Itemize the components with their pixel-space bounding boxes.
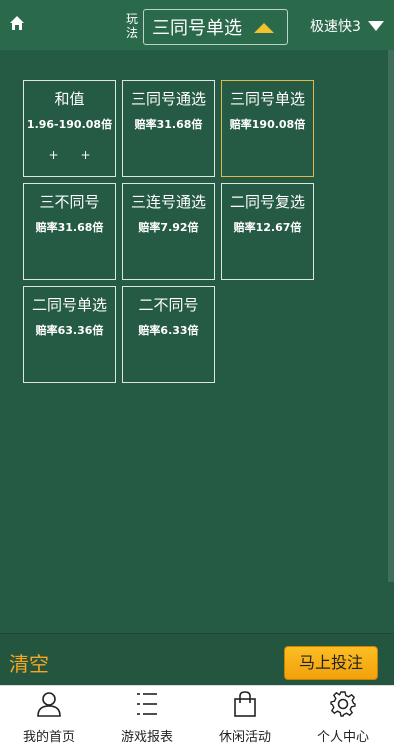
bet-odds: 赔率12.67倍 [233,221,302,234]
top-bar: 玩法 三同号单选 极速快3 [0,0,394,50]
bet-name: 二同号单选 [31,296,107,314]
bet-card-pair-single[interactable]: 二同号单选 赔率63.36倍 [23,286,116,383]
tab-label: 我的首页 [22,730,75,745]
plus-icon[interactable]: + [81,148,91,162]
bet-card-triple-all[interactable]: 三同号通选 赔率31.68倍 [122,80,215,177]
game-select[interactable]: 极速快3 [310,16,385,36]
list-icon [137,693,157,715]
bet-name: 二不同号 [138,296,199,314]
scrollbar[interactable] [388,50,394,582]
bet-odds: 赔率31.68倍 [35,221,104,234]
bet-name: 三连号通选 [130,193,206,211]
bet-card-triple-single[interactable]: 三同号单选 赔率190.08倍 [221,80,314,177]
bet-card-straight-all[interactable]: 三连号通选 赔率7.92倍 [122,183,215,280]
person-icon [37,692,61,717]
tab-label: 个人中心 [316,730,369,745]
tab-profile[interactable]: 个人中心 [294,686,392,748]
tab-activities[interactable]: 休闲活动 [196,686,294,748]
bet-now-button[interactable]: 马上投注 [284,646,378,680]
play-label: 玩法 [125,12,138,40]
action-bar: 清空 马上投注 [0,633,394,685]
bet-name: 三不同号 [39,193,100,211]
tab-label: 休闲活动 [218,730,271,745]
bet-name: 三同号通选 [130,90,206,108]
tab-label: 游戏报表 [120,730,173,745]
bet-card-two-different[interactable]: 二不同号 赔率6.33倍 [122,286,215,383]
tab-reports[interactable]: 游戏报表 [98,686,196,748]
caret-up-icon [254,23,274,33]
plus-icon[interactable]: + [48,148,58,162]
bottom-tab-bar: 我的首页 游戏报表 休闲活动 个人中心 [0,685,394,748]
bet-odds: 赔率63.36倍 [35,324,104,337]
bet-name: 二同号复选 [229,193,305,211]
bet-name: 三同号单选 [229,90,305,108]
play-type-value: 三同号单选 [152,18,242,39]
bet-odds: 赔率7.92倍 [138,221,199,234]
bag-icon [234,691,256,717]
home-icon[interactable] [8,14,26,32]
bet-odds: 赔率190.08倍 [229,118,306,131]
bet-card-pair-multi[interactable]: 二同号复选 赔率12.67倍 [221,183,314,280]
bet-name: 和值 [54,90,85,108]
bet-odds: 赔率31.68倍 [134,118,203,131]
bet-card-three-different[interactable]: 三不同号 赔率31.68倍 [23,183,116,280]
caret-down-icon [367,21,384,31]
game-name: 极速快3 [310,19,361,35]
bet-card-sum[interactable]: 和值 1.96-190.08倍 + + [23,80,116,177]
plus-row: + + [24,148,115,162]
tab-home[interactable]: 我的首页 [0,686,98,748]
clear-button[interactable]: 清空 [9,648,49,677]
bet-odds: 1.96-190.08倍 [26,118,113,131]
play-type-select[interactable]: 三同号单选 [143,9,288,45]
bet-odds: 赔率6.33倍 [138,324,199,337]
gear-icon [330,691,356,717]
